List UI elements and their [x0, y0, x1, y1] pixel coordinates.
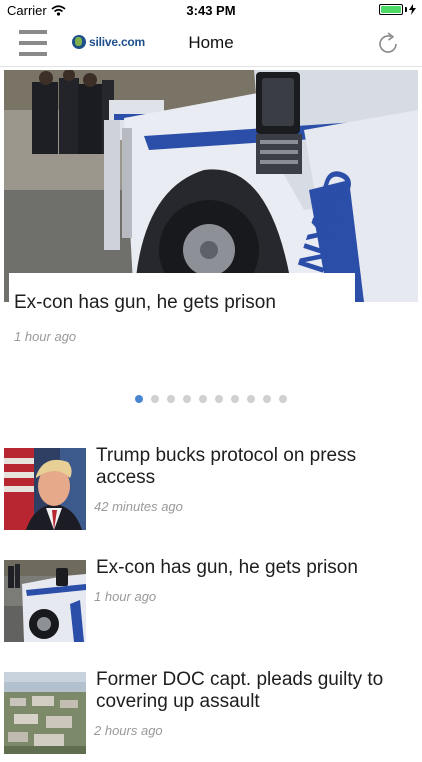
page-title: Home	[188, 33, 234, 52]
status-right	[379, 4, 416, 15]
article-title: Ex-con has gun, he gets prison	[96, 557, 358, 578]
battery-icon	[379, 4, 403, 15]
article-timestamp: 2 hours ago	[94, 723, 163, 738]
status-bar: Carrier 3:43 PM	[0, 0, 422, 22]
carousel-pagination	[0, 395, 422, 403]
status-time: 3:43 PM	[186, 3, 236, 18]
article-thumbnail	[4, 448, 86, 530]
hero-headline[interactable]: Ex-con has gun, he gets prison	[14, 292, 276, 314]
logo-text: silive.com	[89, 35, 146, 49]
carousel-dot[interactable]	[279, 395, 287, 403]
battery-level	[381, 6, 401, 13]
article-title: Trump bucks protocol on press access	[96, 445, 357, 488]
globe-logo-icon	[72, 35, 86, 49]
article-title: Former DOC capt. pleads guilty to coveri…	[96, 669, 384, 712]
list-item[interactable]: Ex-con has gun, he gets prison 1 hour ag…	[4, 557, 418, 650]
carousel-dot[interactable]	[215, 395, 223, 403]
carousel-dot[interactable]	[263, 395, 271, 403]
refresh-icon[interactable]	[374, 30, 402, 58]
carousel-dot[interactable]	[135, 395, 143, 403]
article-timestamp: 42 minutes ago	[94, 499, 183, 514]
charging-icon	[409, 4, 416, 15]
battery-tip	[405, 7, 407, 12]
hamburger-menu-icon[interactable]	[19, 30, 47, 57]
carousel-dot[interactable]	[151, 395, 159, 403]
article-timestamp: 1 hour ago	[94, 589, 157, 604]
carousel-dot[interactable]	[183, 395, 191, 403]
list-item[interactable]: Former DOC capt. pleads guilty to coveri…	[4, 669, 418, 762]
list-item[interactable]: Trump bucks protocol on press access 42 …	[4, 445, 418, 538]
carousel-dot[interactable]	[247, 395, 255, 403]
article-thumbnail	[4, 672, 86, 754]
carousel-dot[interactable]	[231, 395, 239, 403]
hero-timestamp: 1 hour ago	[14, 329, 77, 344]
carousel-dot[interactable]	[167, 395, 175, 403]
nav-bar: silive.com Home	[0, 22, 422, 67]
site-logo: silive.com	[72, 35, 145, 49]
article-thumbnail	[4, 560, 86, 642]
carousel-dot[interactable]	[199, 395, 207, 403]
hero-carousel-image[interactable]: NYPD	[4, 70, 418, 302]
